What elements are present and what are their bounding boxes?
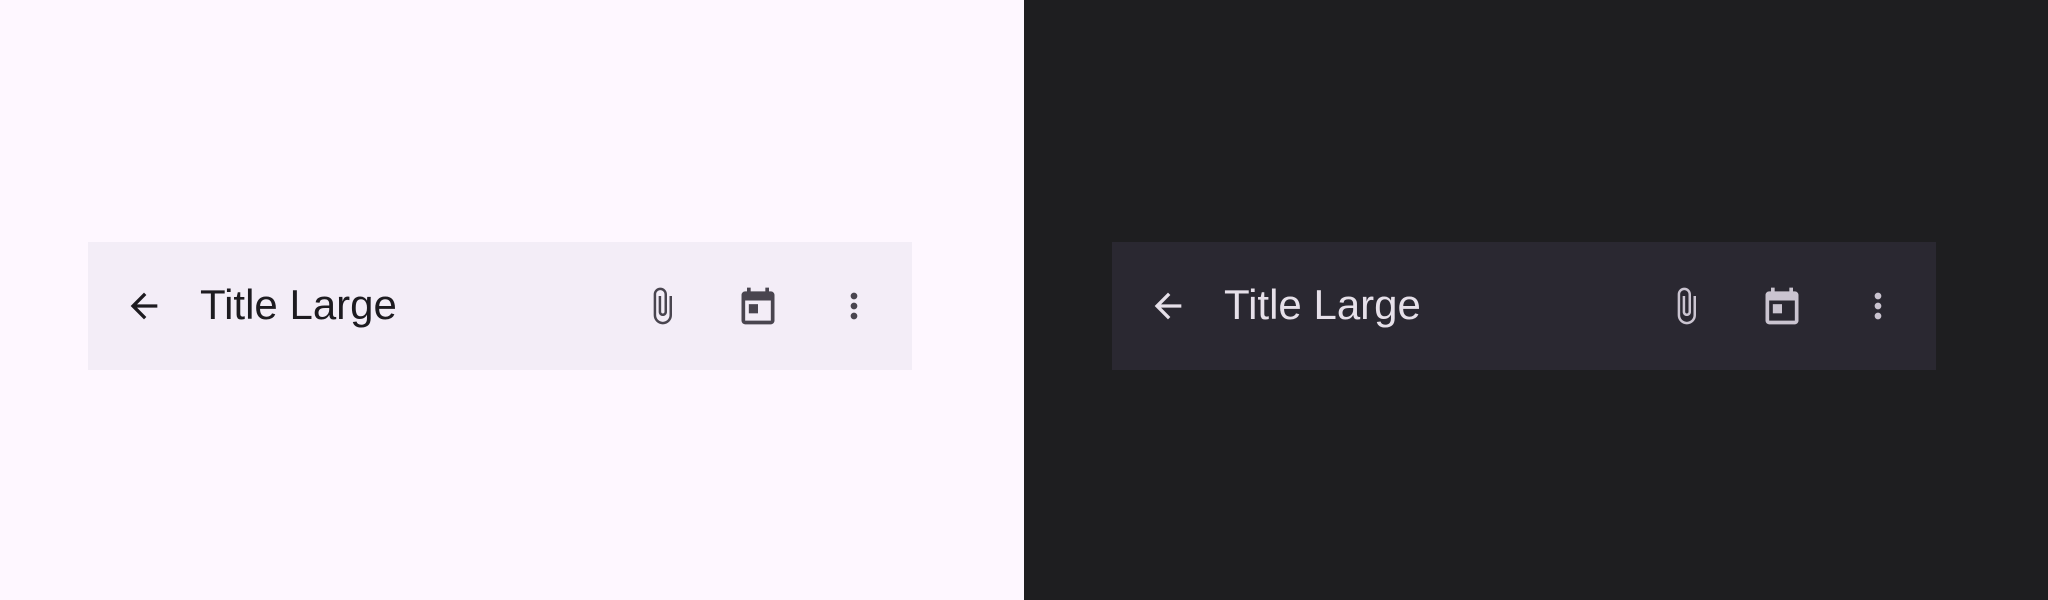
attach-file-icon [1677,287,1696,325]
dark-theme-panel: Title Large [1024,0,2048,600]
attach-file-button[interactable] [630,274,694,338]
more-options-button[interactable] [822,274,886,338]
top-app-bar-dark: Title Large [1112,242,1936,370]
back-button[interactable] [1136,274,1200,338]
calendar-button[interactable] [1750,274,1814,338]
page-title: Title Large [200,281,397,328]
top-app-bar-light: Title Large [88,242,912,370]
more-options-button[interactable] [1846,274,1910,338]
attach-file-icon [653,287,672,325]
light-theme-panel: Title Large [0,0,1024,600]
calendar-today-icon [1765,287,1799,325]
more-vert-icon [850,292,858,320]
attach-file-button[interactable] [1654,274,1718,338]
arrow-back-icon [1154,292,1182,320]
calendar-today-icon [741,287,775,325]
more-vert-icon [1874,292,1882,320]
page-title: Title Large [1224,281,1421,328]
calendar-button[interactable] [726,274,790,338]
arrow-back-icon [130,292,158,320]
back-button[interactable] [112,274,176,338]
